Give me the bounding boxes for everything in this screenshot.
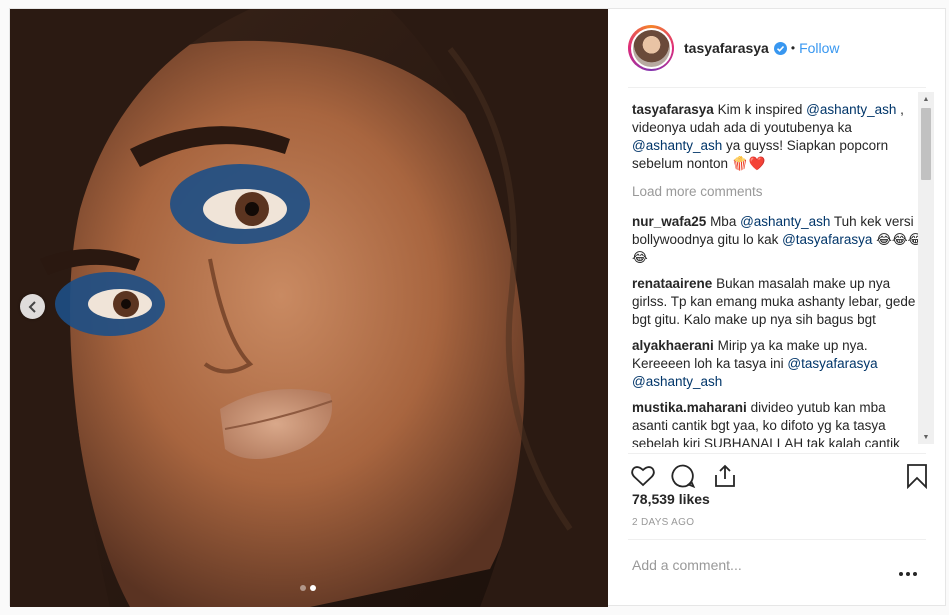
likes-count[interactable]: 78,539 likes [632,491,710,507]
post-details-panel: tasyafarasya • Follow tasyafarasya Kim k… [608,9,945,605]
comment-item: renataairene Bukan masalah make up nya g… [632,275,924,329]
comment-item: mustika.maharani divideo yutub kan mba a… [632,399,924,447]
chevron-left-icon [28,300,36,313]
mention-link[interactable]: @ashanty_ash [632,374,722,389]
comment-username[interactable]: nur_wafa25 [632,214,706,229]
mention-link[interactable]: @ashanty_ash [740,214,830,229]
comment-item: alyakhaerani Mirip ya ka make up nya. Ke… [632,337,924,391]
comment-username[interactable]: mustika.maharani [632,400,747,415]
header-separator: • [790,41,796,55]
load-more-comments-button[interactable]: Load more comments [632,183,924,201]
carousel-dot-active [310,585,316,591]
carousel-dots [300,585,316,591]
scroll-up-arrow-icon[interactable]: ▲ [918,92,934,106]
scroll-down-arrow-icon[interactable]: ▼ [918,430,934,444]
action-bar [628,455,928,495]
comment-item: nur_wafa25 Mba @ashanty_ash Tuh kek vers… [632,213,924,267]
comment-icon[interactable] [670,463,696,489]
comment-username[interactable]: renataairene [632,276,712,291]
comments-list[interactable]: tasyafarasya Kim k inspired @ashanty_ash… [632,101,924,447]
more-options-icon[interactable] [898,569,918,579]
divider [628,87,926,88]
carousel-prev-button[interactable] [20,294,45,319]
follow-button[interactable]: Follow [799,40,839,56]
avatar[interactable] [628,25,674,71]
caption-username[interactable]: tasyafarasya [632,102,714,117]
post-image[interactable] [10,9,608,607]
caption: tasyafarasya Kim k inspired @ashanty_ash… [632,101,924,173]
comments-scrollbar[interactable]: ▲ ▼ [918,92,934,444]
post-header: tasyafarasya • Follow [608,9,945,87]
bookmark-icon[interactable] [904,463,930,489]
mention-link[interactable]: @tasyafarasya [787,356,877,371]
verified-badge-icon [773,41,787,55]
mention-link[interactable]: @tasyafarasya [782,232,872,247]
comment-text: Mba [710,214,741,229]
share-icon[interactable] [712,463,738,489]
portrait-photo [10,9,608,607]
heart-icon[interactable] [630,463,656,489]
instagram-post: tasyafarasya • Follow tasyafarasya Kim k… [9,8,946,607]
post-date[interactable]: 2 DAYS AGO [632,517,694,528]
carousel-dot [300,585,306,591]
comment-text: Kim k inspired [717,102,807,117]
divider [628,539,926,540]
mention-link[interactable]: @ashanty_ash [632,138,722,153]
add-comment-input[interactable]: Add a comment... [632,557,742,573]
divider [628,453,926,454]
scrollbar-thumb[interactable] [921,108,931,180]
comment-username[interactable]: alyakhaerani [632,338,714,353]
mention-link[interactable]: @ashanty_ash [806,102,896,117]
header-username[interactable]: tasyafarasya [684,40,769,56]
